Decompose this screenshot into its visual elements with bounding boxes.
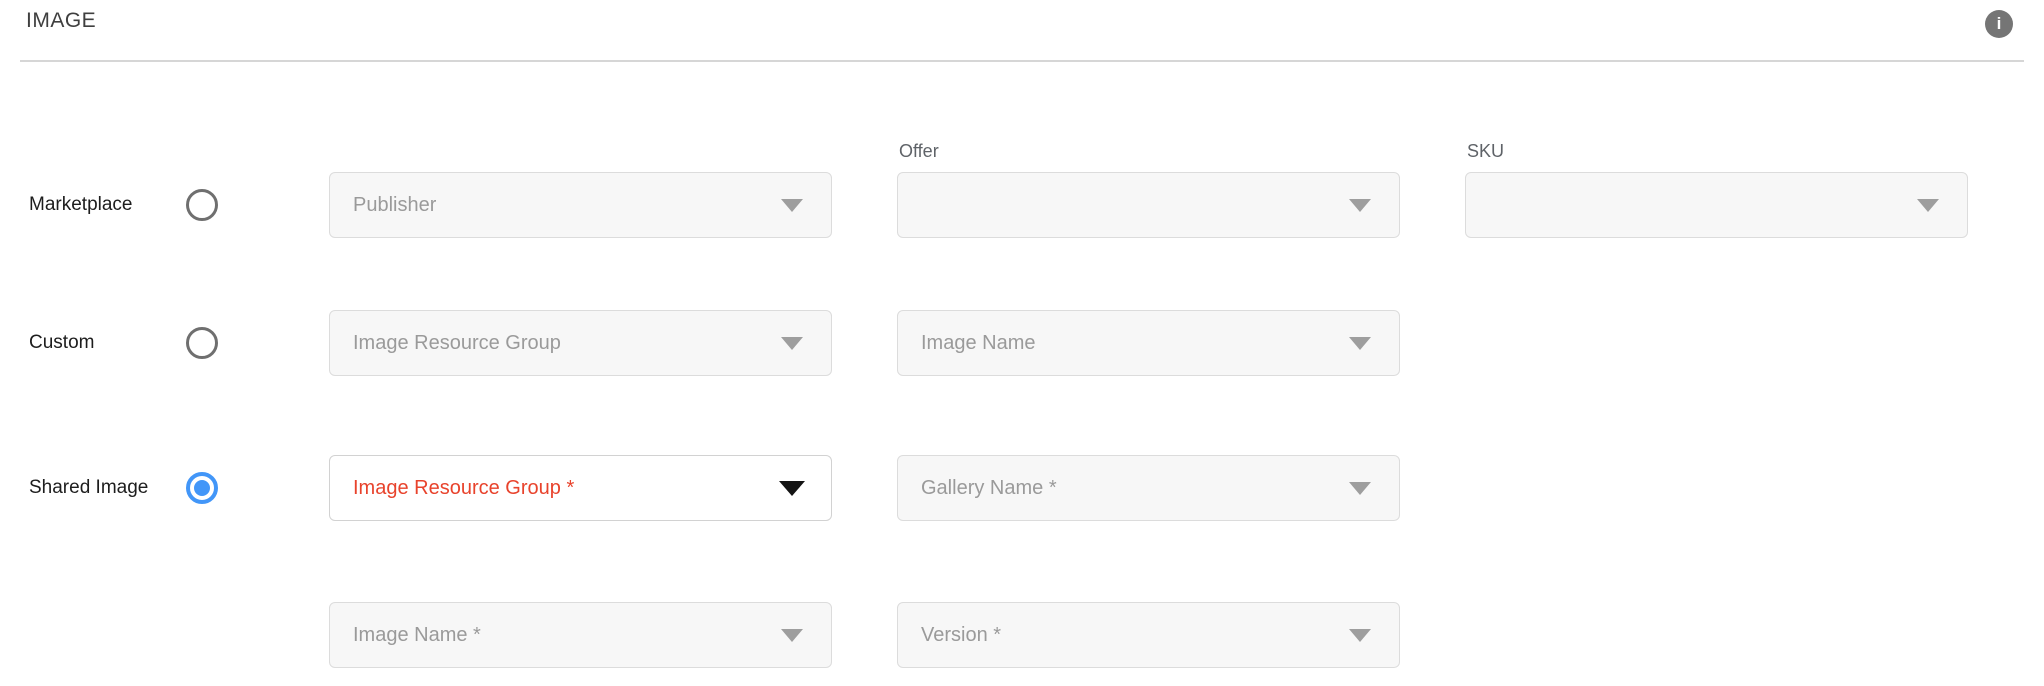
- sku-dropdown[interactable]: [1465, 172, 1968, 238]
- shared-version-dropdown[interactable]: Version *: [897, 602, 1400, 668]
- shared-version-placeholder: Version *: [921, 624, 1001, 647]
- shared-gallery-name-dropdown[interactable]: Gallery Name *: [897, 455, 1400, 521]
- chevron-down-icon: [1349, 337, 1371, 350]
- row-label-marketplace: Marketplace: [29, 194, 133, 216]
- custom-image-name-placeholder: Image Name: [921, 332, 1036, 355]
- custom-image-resource-group-placeholder: Image Resource Group: [353, 332, 561, 355]
- shared-image-name-dropdown[interactable]: Image Name *: [329, 602, 832, 668]
- section-title: IMAGE: [26, 9, 96, 33]
- publisher-dropdown[interactable]: Publisher: [329, 172, 832, 238]
- shared-image-resource-group-dropdown[interactable]: Image Resource Group *: [329, 455, 832, 521]
- chevron-down-icon: [1349, 482, 1371, 495]
- shared-image-name-placeholder: Image Name *: [353, 624, 481, 647]
- radio-marketplace[interactable]: [186, 189, 218, 221]
- row-label-shared-image: Shared Image: [29, 477, 148, 499]
- info-icon-glyph: i: [1997, 14, 2002, 34]
- chevron-down-icon: [781, 337, 803, 350]
- chevron-down-icon: [781, 629, 803, 642]
- radio-custom[interactable]: [186, 327, 218, 359]
- chevron-down-icon: [779, 481, 805, 496]
- publisher-placeholder: Publisher: [353, 194, 436, 217]
- custom-image-name-dropdown[interactable]: Image Name: [897, 310, 1400, 376]
- row-label-custom: Custom: [29, 332, 94, 354]
- chevron-down-icon: [1349, 629, 1371, 642]
- custom-image-resource-group-dropdown[interactable]: Image Resource Group: [329, 310, 832, 376]
- info-icon[interactable]: i: [1985, 10, 2013, 38]
- offer-dropdown[interactable]: [897, 172, 1400, 238]
- shared-gallery-name-placeholder: Gallery Name *: [921, 477, 1057, 500]
- chevron-down-icon: [1349, 199, 1371, 212]
- chevron-down-icon: [781, 199, 803, 212]
- offer-field-label: Offer: [899, 141, 939, 162]
- header-divider: [20, 60, 2024, 62]
- chevron-down-icon: [1917, 199, 1939, 212]
- shared-image-resource-group-placeholder: Image Resource Group *: [353, 477, 574, 500]
- radio-shared-image[interactable]: [186, 472, 218, 504]
- sku-field-label: SKU: [1467, 141, 1504, 162]
